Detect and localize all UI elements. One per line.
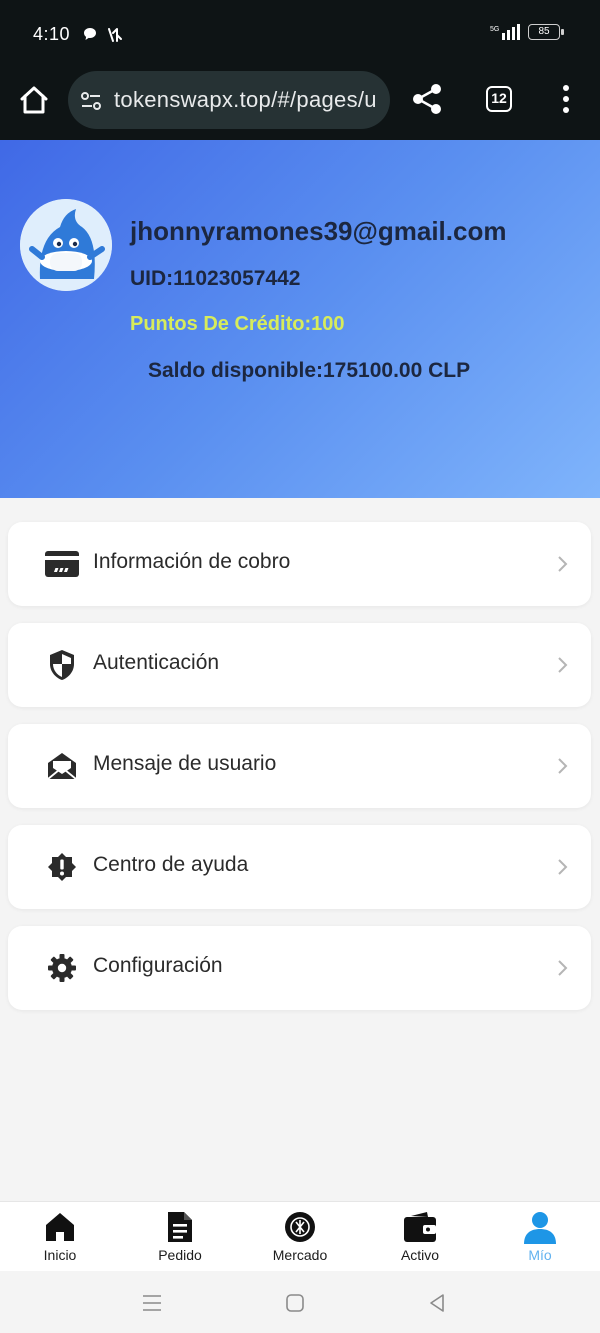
status-right: 5G 85 [490,24,564,40]
back-icon[interactable] [425,1291,449,1315]
status-bar: 4:10 5G 85 [0,0,600,66]
app-notification-icon [108,28,122,42]
more-vert-icon[interactable] [556,82,576,116]
nav-label: Mío [528,1247,552,1263]
shield-icon [44,647,80,683]
profile-header: jhonnyramones39@gmail.com UID:1102305744… [0,140,600,498]
status-time: 4:10 [33,24,71,44]
nav-label: Activo [400,1247,440,1263]
menu-item-label: Autenticación [93,651,220,674]
signal-icon: 5G [490,24,520,40]
available-balance: Saldo disponible:175100.00 CLP [148,359,471,382]
gear-icon [44,950,80,986]
chat-bubble-icon [84,28,96,40]
nav-item-activo[interactable]: Activo [360,1202,480,1272]
chevron-right-icon [558,859,568,875]
nav-item-inicio[interactable]: Inicio [0,1202,120,1272]
svg-text:5G: 5G [490,26,499,33]
mail-open-icon [44,748,80,784]
home-button-icon[interactable] [283,1291,307,1315]
nav-item-mio[interactable]: Mío [480,1202,600,1272]
battery-indicator: 85 [528,24,564,40]
credit-card-icon [44,546,80,582]
nav-label: Mercado [272,1247,328,1263]
wallet-icon [404,1212,436,1242]
tune-icon[interactable] [78,88,104,114]
avatar [20,199,112,291]
menu-item-payment-info[interactable]: Información de cobro [8,522,591,606]
chevron-right-icon [558,758,568,774]
nav-item-pedido[interactable]: Pedido [120,1202,240,1272]
user-icon [524,1212,556,1244]
chevron-right-icon [558,960,568,976]
url-text[interactable]: tokenswapx.top/#/pages/u [114,87,377,113]
system-nav [0,1271,600,1333]
menu-item-settings[interactable]: Configuración [8,926,591,1010]
chevron-right-icon [558,556,568,572]
user-email: jhonnyramones39@gmail.com [130,216,507,246]
home-icon [46,1213,74,1241]
chevron-right-icon [558,657,568,673]
market-icon [285,1212,315,1242]
menu-item-label: Mensaje de usuario [93,752,277,775]
menu-item-user-messages[interactable]: Mensaje de usuario [8,724,591,808]
credit-points: Puntos De Crédito:100 [130,313,345,335]
notification-icons [82,25,124,43]
menu-item-authentication[interactable]: Autenticación [8,623,591,707]
nav-label: Inicio [43,1247,77,1263]
home-icon[interactable] [16,82,52,118]
mascot-avatar-icon [20,199,112,291]
share-icon[interactable] [410,82,444,116]
menu-item-help-center[interactable]: Centro de ayuda [8,825,591,909]
recents-menu-icon[interactable] [140,1291,164,1315]
user-uid: UID:11023057442 [130,267,301,290]
browser-toolbar: tokenswapx.top/#/pages/u 12 [0,66,600,140]
document-icon [168,1212,192,1242]
nav-item-mercado[interactable]: Mercado [240,1202,360,1272]
menu-item-label: Información de cobro [93,550,291,573]
menu-item-label: Centro de ayuda [93,853,249,876]
address-bar[interactable]: tokenswapx.top/#/pages/u [68,71,390,129]
menu-item-label: Configuración [93,954,223,977]
tabs-icon[interactable]: 12 [486,86,512,112]
alert-badge-icon [44,849,80,885]
nav-label: Pedido [158,1247,202,1263]
bottom-nav: Inicio Pedido Mercado Activo Mío [0,1201,600,1271]
